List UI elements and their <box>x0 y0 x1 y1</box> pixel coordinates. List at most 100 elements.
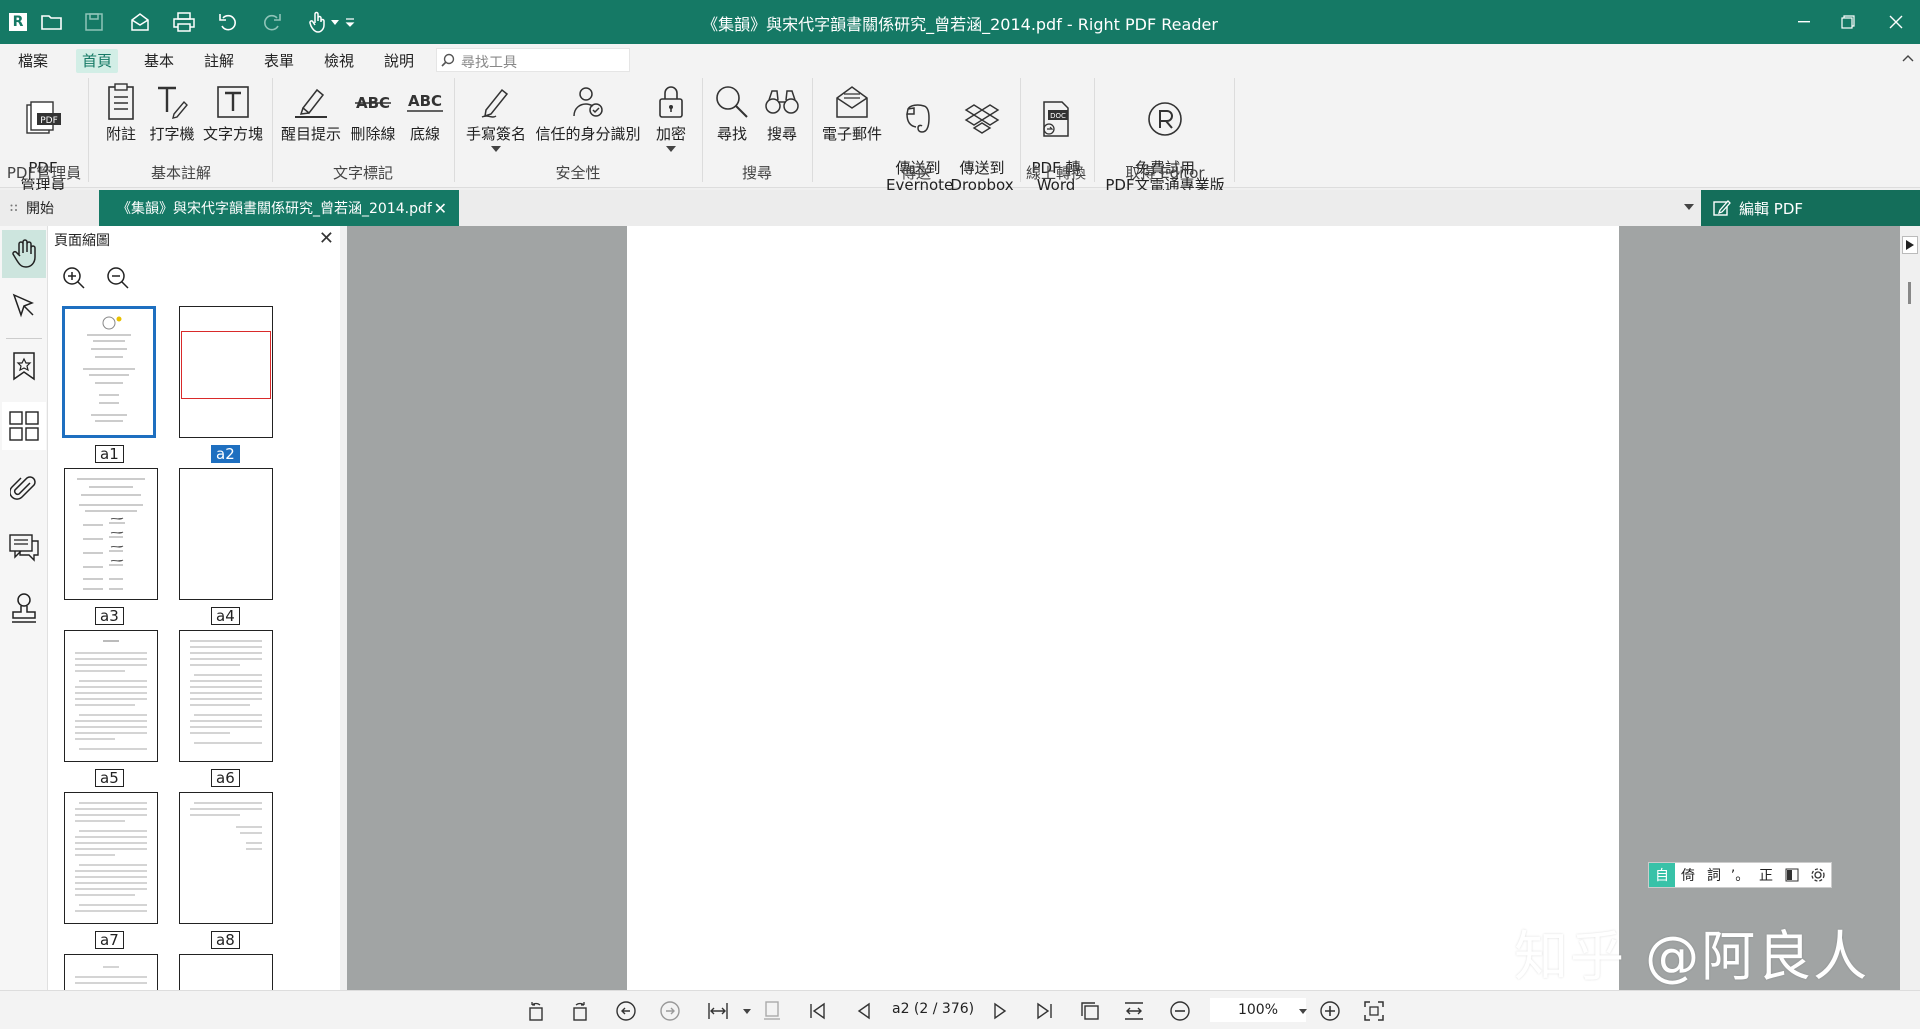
ime-mode[interactable]: 自 <box>1649 863 1675 887</box>
previous-view-icon[interactable] <box>614 999 638 1023</box>
close-button[interactable] <box>1874 7 1918 37</box>
highlight-button[interactable]: 醒目提示 <box>278 82 344 143</box>
lock-icon <box>651 82 691 122</box>
page-thumbnail[interactable] <box>64 954 158 990</box>
zoom-out-icon[interactable] <box>1168 999 1192 1023</box>
first-page-icon[interactable] <box>806 999 830 1023</box>
chevron-down-icon[interactable] <box>491 146 501 152</box>
single-page-icon[interactable] <box>760 999 784 1023</box>
zoom-in-icon[interactable] <box>62 266 86 290</box>
note-button[interactable]: 附註 <box>98 82 144 143</box>
menu-basic[interactable]: 基本 <box>138 49 180 73</box>
find-button[interactable]: 尋找 <box>708 82 756 143</box>
select-pointer-icon[interactable] <box>2 282 46 330</box>
page-thumbnail[interactable] <box>64 468 158 600</box>
next-page-icon[interactable] <box>988 999 1012 1023</box>
thumbnail-label: a1 <box>95 445 124 463</box>
vertical-scrollbar[interactable] <box>1900 226 1920 990</box>
zoom-in-icon[interactable] <box>1318 999 1342 1023</box>
restore-button[interactable] <box>1826 7 1870 37</box>
chevron-down-icon[interactable] <box>666 146 676 152</box>
thumbnail-panel: 頁面縮圖 ✕ a1 a2 a3 a4 a5 a6 a7 a8 <box>48 226 380 990</box>
group-online-convert: 線上轉換 <box>1025 164 1086 182</box>
search-button[interactable]: 搜尋 <box>758 82 806 143</box>
page-indicator[interactable]: a2 (2 / 376) <box>892 1001 974 1017</box>
encrypt-button[interactable]: 加密 <box>648 82 694 152</box>
tab-start[interactable]: 開始 <box>0 190 98 226</box>
typewriter-button[interactable]: 打字機 <box>146 82 198 143</box>
rotate-left-icon[interactable] <box>524 999 548 1023</box>
full-screen-icon[interactable] <box>1362 999 1386 1023</box>
page-layout-icon[interactable] <box>1078 999 1102 1023</box>
next-view-icon[interactable] <box>658 999 682 1023</box>
collapse-ribbon-icon[interactable] <box>1902 54 1914 62</box>
underline-icon: ABC <box>405 82 445 122</box>
collapse-right-panel-icon[interactable] <box>1902 236 1918 254</box>
ribbon: PDF PDF 管理員 PDF管理員 附註 打字機 文字方塊 基本註解 醒目提示… <box>0 76 1920 194</box>
page-thumbnail[interactable] <box>179 468 273 600</box>
strikeout-button[interactable]: ABC 刪除線 <box>346 82 400 143</box>
menu-view[interactable]: 檢視 <box>318 49 360 73</box>
tool-search-input[interactable]: 尋找工具 <box>436 48 630 72</box>
visible-area-frame[interactable] <box>181 331 271 399</box>
last-page-icon[interactable] <box>1032 999 1056 1023</box>
pdf-page[interactable] <box>627 226 1619 990</box>
trusted-id-button[interactable]: 信任的身分識別 <box>532 82 644 143</box>
edit-pdf-button[interactable]: 編輯 PDF <box>1701 190 1920 226</box>
menu-file[interactable]: 檔案 <box>12 49 54 73</box>
note-icon <box>101 82 141 122</box>
menu-annotate[interactable]: 註解 <box>198 49 240 73</box>
tab-document[interactable]: 《集韻》與宋代字韻書關係研究_曾若涵_2014.pdf ✕ <box>99 190 459 226</box>
attachment-icon[interactable] <box>2 464 46 512</box>
textbox-button[interactable]: 文字方塊 <box>200 82 266 143</box>
fit-width-icon[interactable] <box>706 999 730 1023</box>
ribbon-divider <box>272 78 273 182</box>
page-thumbnail[interactable] <box>179 954 273 990</box>
stamp-icon[interactable] <box>2 584 46 632</box>
page-thumbnail[interactable] <box>64 792 158 924</box>
page-thumbnail[interactable] <box>179 792 273 924</box>
ime-punctuation-button[interactable]: ’。 <box>1727 863 1753 887</box>
tab-document-label: 《集韻》與宋代字韻書關係研究_曾若涵_2014.pdf <box>117 201 432 217</box>
ime-settings-icon[interactable] <box>1805 863 1831 887</box>
fit-page-icon[interactable] <box>1122 999 1146 1023</box>
left-tool-rail <box>0 226 48 990</box>
page-thumbnail[interactable] <box>179 306 273 438</box>
page-thumbnail[interactable] <box>179 630 273 762</box>
menu-forms[interactable]: 表單 <box>258 49 300 73</box>
underline-button[interactable]: ABC 底線 <box>402 82 448 143</box>
zoom-out-icon[interactable] <box>106 266 130 290</box>
ime-panel-icon[interactable] <box>1779 863 1805 887</box>
thumbnails-icon[interactable] <box>2 402 46 450</box>
email-button[interactable]: 電子郵件 <box>818 82 886 143</box>
trusted-id-icon <box>568 82 608 122</box>
svg-text:DOC: DOC <box>1050 112 1066 120</box>
tab-list-dropdown-icon[interactable] <box>1684 204 1694 210</box>
chevron-down-icon[interactable] <box>740 999 754 1023</box>
ime-form-button[interactable]: 正 <box>1753 863 1779 887</box>
ime-char-button[interactable]: 倚 <box>1675 863 1701 887</box>
close-tab-icon[interactable]: ✕ <box>434 199 447 218</box>
minimize-button[interactable] <box>1782 7 1826 37</box>
signature-button[interactable]: 手寫簽名 <box>460 82 532 152</box>
doc-convert-icon: DOC <box>1036 99 1076 139</box>
scroll-thumb[interactable] <box>1908 282 1911 304</box>
rotate-right-icon[interactable] <box>568 999 592 1023</box>
bookmark-icon[interactable] <box>2 342 46 390</box>
watermark-text: 知乎 @阿良人 <box>1514 925 1870 988</box>
thumbnail-label: a4 <box>211 607 240 625</box>
zoom-level-field[interactable]: 100% <box>1210 998 1306 1022</box>
menu-bar: 檔案 首頁 基本 註解 表單 檢視 說明 尋找工具 <box>0 44 1920 76</box>
group-text-markup: 文字標記 <box>332 164 393 182</box>
page-thumbnail[interactable] <box>64 630 158 762</box>
close-panel-icon[interactable]: ✕ <box>319 228 334 249</box>
find-label: 尋找 <box>716 125 747 143</box>
ime-word-button[interactable]: 詞 <box>1701 863 1727 887</box>
page-thumbnail[interactable] <box>62 306 156 438</box>
menu-help[interactable]: 說明 <box>378 49 420 73</box>
comments-icon[interactable] <box>2 524 46 572</box>
chevron-down-icon[interactable] <box>1296 999 1310 1023</box>
menu-home[interactable]: 首頁 <box>76 49 119 73</box>
previous-page-icon[interactable] <box>852 999 876 1023</box>
hand-tool-icon[interactable] <box>2 230 46 278</box>
